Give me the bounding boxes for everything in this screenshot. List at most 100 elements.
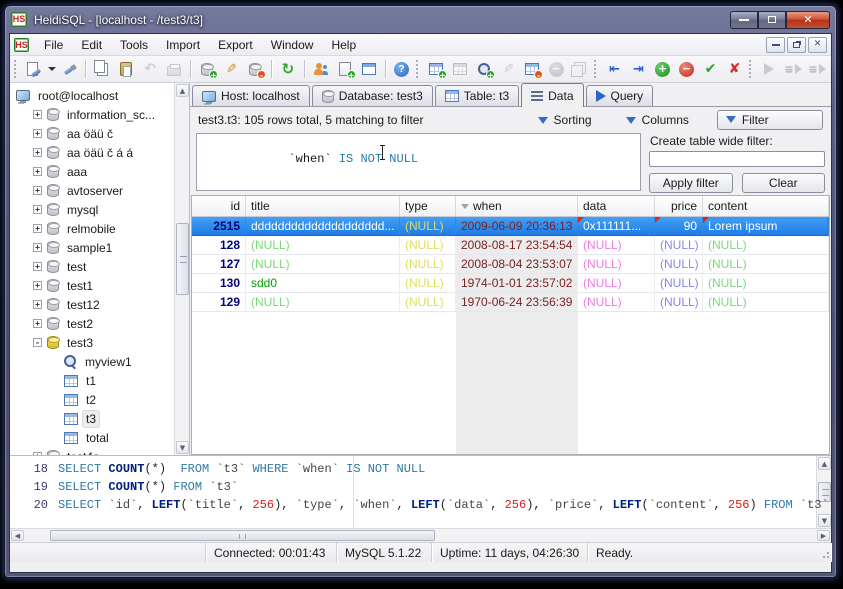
expand-icon[interactable]: + xyxy=(33,110,42,119)
expand-icon[interactable]: + xyxy=(33,129,42,138)
tree-item-aa-[interactable]: +aa öäü č á á xyxy=(12,143,189,162)
column-header-price[interactable]: price xyxy=(655,196,703,216)
copy-button[interactable] xyxy=(90,58,114,80)
expand-icon[interactable]: + xyxy=(33,319,42,328)
tab-database[interactable]: Database: test3 xyxy=(312,85,433,106)
disconnect-button[interactable] xyxy=(57,58,81,80)
mdi-child-icon[interactable]: HS xyxy=(14,38,29,52)
expand-icon[interactable]: + xyxy=(33,262,42,271)
scroll-right-arrow[interactable]: ▶ xyxy=(817,530,830,541)
tree-item-avtoserver[interactable]: +avtoserver xyxy=(12,181,189,200)
tree-item-aa-[interactable]: +aa öäü č xyxy=(12,124,189,143)
cell-when[interactable]: 1974-01-01 23:57:02 xyxy=(456,274,578,292)
menu-item-export[interactable]: Export xyxy=(209,35,262,55)
wide-filter-input[interactable] xyxy=(649,151,825,167)
tree-item-test3[interactable]: -test3 xyxy=(12,333,189,352)
tree-item-aaa[interactable]: +aaa xyxy=(12,162,189,181)
first-record-button[interactable]: ⇤ xyxy=(603,58,627,80)
column-header-id[interactable]: id xyxy=(192,196,246,216)
columns-toggle[interactable]: Columns xyxy=(620,111,695,129)
cell-type[interactable]: (NULL) xyxy=(400,236,456,254)
cell-price[interactable]: (NULL) xyxy=(655,236,703,254)
close-button[interactable]: ✕ xyxy=(786,11,830,29)
cancel-editing-button[interactable]: ✘ xyxy=(723,58,747,80)
create-table-button[interactable]: + xyxy=(424,58,448,80)
tree-scrollbar[interactable]: ▲ ▼ xyxy=(174,83,189,455)
cell-title[interactable]: (NULL) xyxy=(246,255,400,273)
expand-icon[interactable]: + xyxy=(33,300,42,309)
cell-price[interactable]: (NULL) xyxy=(655,255,703,273)
cell-title[interactable]: dddddddddddddddddddd... xyxy=(246,217,400,235)
help-button[interactable]: ? xyxy=(390,58,414,80)
collapse-icon[interactable]: - xyxy=(33,338,42,347)
menu-item-help[interactable]: Help xyxy=(322,35,365,55)
edit-database-button[interactable]: ✎ xyxy=(219,58,243,80)
tree-item-mysql[interactable]: +mysql xyxy=(12,200,189,219)
tab-data[interactable]: Data xyxy=(521,83,583,107)
toolbar-gripper-3[interactable] xyxy=(749,60,753,78)
last-record-button[interactable]: ⇥ xyxy=(627,58,651,80)
post-changes-button[interactable]: ✔ xyxy=(699,58,723,80)
minimize-button[interactable] xyxy=(730,11,758,29)
cell-title[interactable]: sdd0 xyxy=(246,274,400,292)
tree-item-relmobile[interactable]: +relmobile xyxy=(12,219,189,238)
mdi-restore-button[interactable] xyxy=(787,37,806,53)
cell-data[interactable]: 0x111111... xyxy=(578,217,655,235)
tree-scrollbar-thumb[interactable] xyxy=(176,223,189,295)
tab-host[interactable]: Host: localhost xyxy=(192,85,310,106)
cell-id[interactable]: 128 xyxy=(192,236,246,254)
drop-table-button[interactable]: - xyxy=(520,58,544,80)
table-row[interactable]: 130sdd0(NULL)1974-01-01 23:57:02(NULL)(N… xyxy=(192,274,829,293)
menu-item-file[interactable]: File xyxy=(35,35,72,55)
tab-query[interactable]: Query xyxy=(586,85,654,106)
cell-content[interactable]: (NULL) xyxy=(703,236,829,254)
expand-icon[interactable]: + xyxy=(33,224,42,233)
export-database-button[interactable]: + xyxy=(333,58,357,80)
toolbar-gripper-2[interactable] xyxy=(594,60,598,78)
expand-icon[interactable]: + xyxy=(33,205,42,214)
tree-item-root-localhost[interactable]: root@localhost xyxy=(12,86,189,105)
tree-item-test1[interactable]: +test1 xyxy=(12,276,189,295)
cell-id[interactable]: 130 xyxy=(192,274,246,292)
expand-icon[interactable]: + xyxy=(33,167,42,176)
user-manager-button[interactable] xyxy=(309,58,333,80)
scroll-up-arrow[interactable]: ▲ xyxy=(176,84,189,97)
tree-item-test2[interactable]: +test2 xyxy=(12,314,189,333)
tree-item-t3[interactable]: t3 xyxy=(12,409,189,428)
cell-type[interactable]: (NULL) xyxy=(400,255,456,273)
cell-data[interactable]: (NULL) xyxy=(578,293,655,311)
cell-price[interactable]: (NULL) xyxy=(655,274,703,292)
toolbar-gripper-1[interactable] xyxy=(416,60,420,78)
table-row[interactable]: 128(NULL)(NULL)2008-08-17 23:54:54(NULL)… xyxy=(192,236,829,255)
tree-item-myview1[interactable]: myview1 xyxy=(12,352,189,371)
cell-when[interactable]: 2008-08-04 23:53:07 xyxy=(456,255,578,273)
cell-data[interactable]: (NULL) xyxy=(578,255,655,273)
cell-title[interactable]: (NULL) xyxy=(246,236,400,254)
mdi-minimize-button[interactable] xyxy=(766,37,785,53)
log-horizontal-scrollbar[interactable]: ◀ ▶ xyxy=(10,528,831,542)
expand-icon[interactable]: + xyxy=(33,281,42,290)
horizontal-scrollbar-thumb[interactable] xyxy=(50,530,435,541)
cell-data[interactable]: (NULL) xyxy=(578,236,655,254)
tree-item-test4a[interactable]: +test4a xyxy=(12,447,189,455)
session-manager-button[interactable] xyxy=(22,58,46,80)
cell-price[interactable]: (NULL) xyxy=(655,293,703,311)
menu-item-edit[interactable]: Edit xyxy=(72,35,111,55)
delete-record-button[interactable]: − xyxy=(675,58,699,80)
title-bar[interactable]: HS HeidiSQL - [localhost - /test3/t3] ✕ xyxy=(5,6,836,33)
menu-item-tools[interactable]: Tools xyxy=(111,35,157,55)
clear-filter-button[interactable]: Clear xyxy=(742,173,826,193)
column-header-type[interactable]: type xyxy=(400,196,456,216)
tree-item-test12[interactable]: +test12 xyxy=(12,295,189,314)
column-header-title[interactable]: title xyxy=(246,196,400,216)
tree-item-test[interactable]: +test xyxy=(12,257,189,276)
session-dropdown-button[interactable] xyxy=(46,58,57,80)
cell-price[interactable]: 90 xyxy=(655,217,703,235)
expand-icon[interactable]: + xyxy=(33,186,42,195)
cell-content[interactable]: (NULL) xyxy=(703,274,829,292)
paste-button[interactable] xyxy=(114,58,138,80)
tree-item-total[interactable]: total xyxy=(12,428,189,447)
column-header-content[interactable]: content xyxy=(703,196,829,216)
create-view-button[interactable]: + xyxy=(472,58,496,80)
maximize-button[interactable] xyxy=(758,11,786,29)
